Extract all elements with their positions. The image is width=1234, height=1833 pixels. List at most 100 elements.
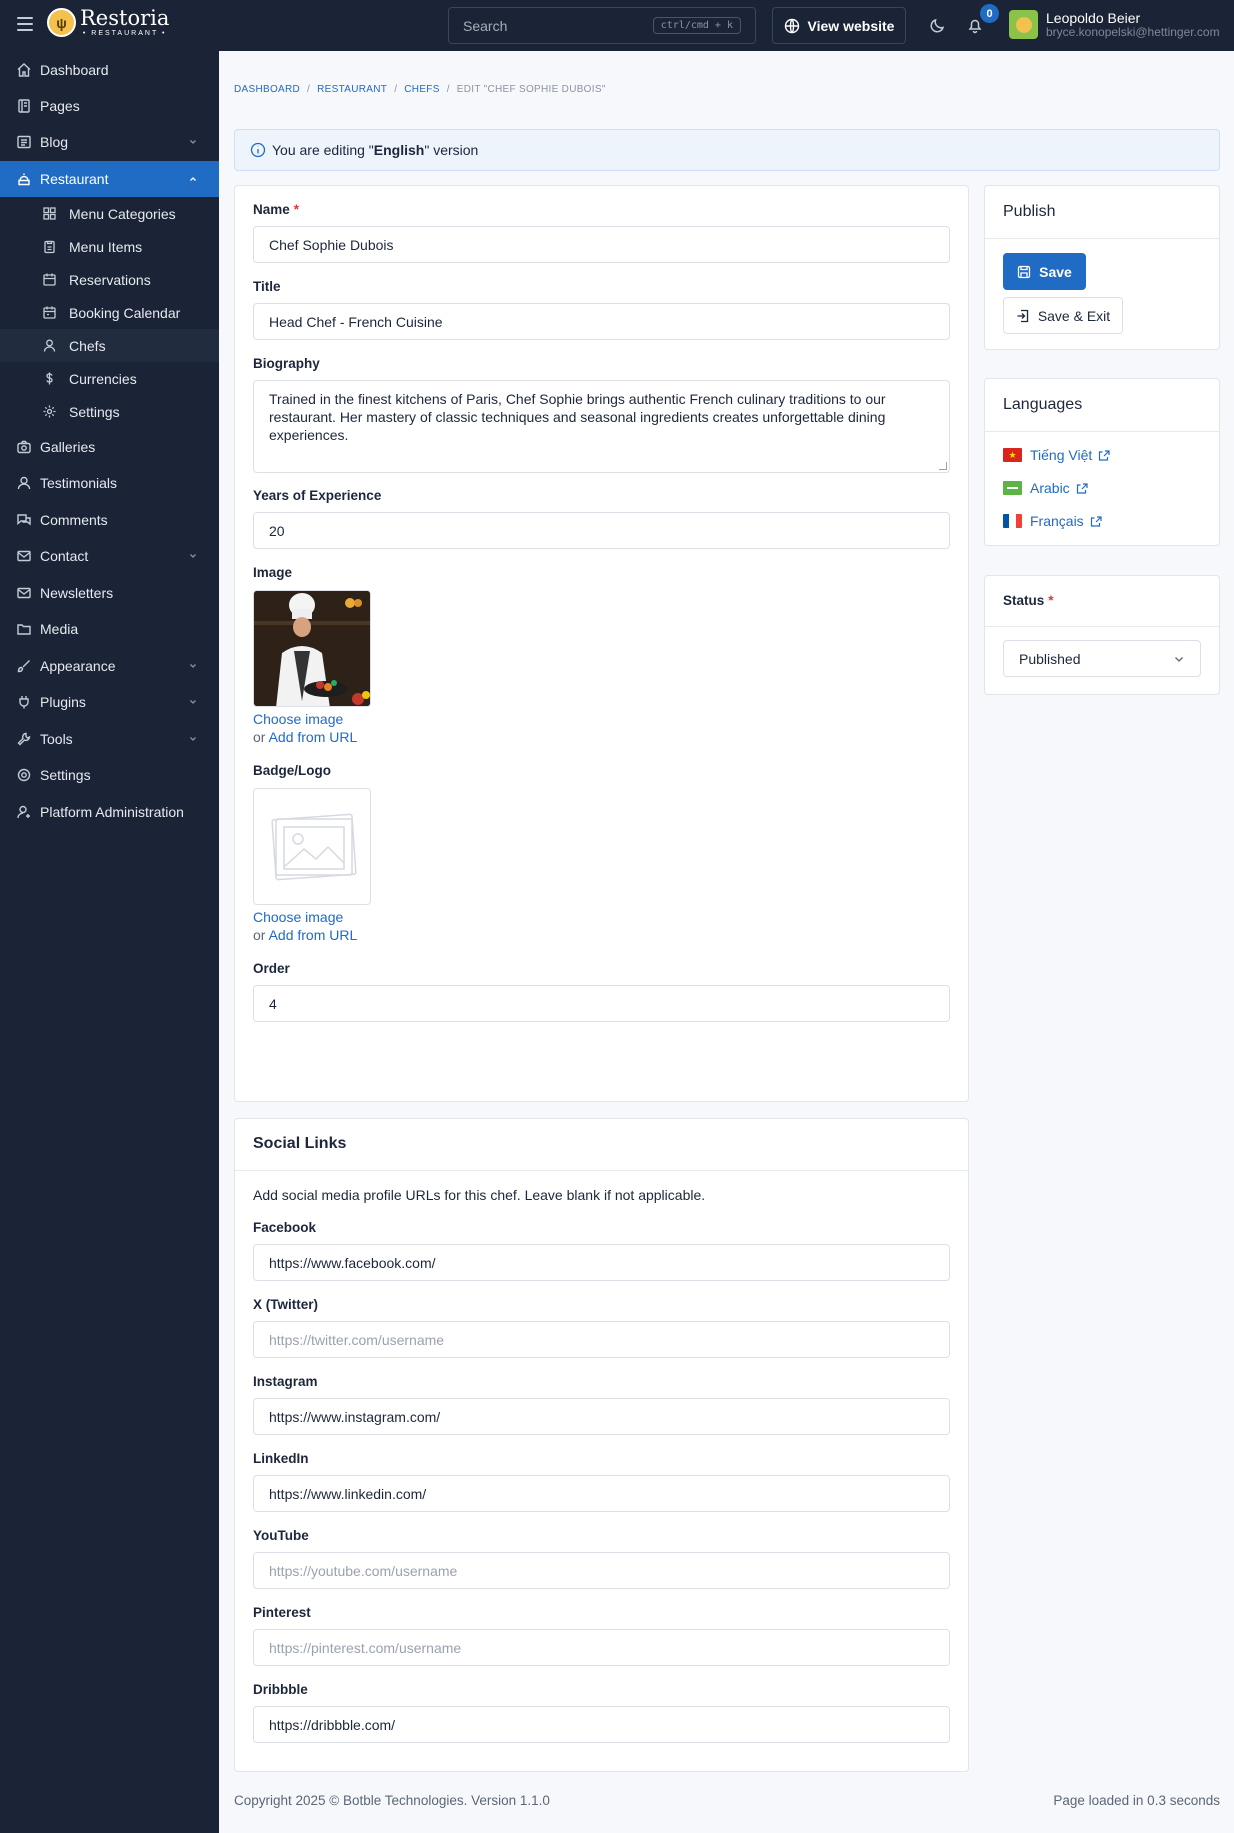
clipboard-icon: [44, 240, 55, 254]
languages-title: Languages: [1003, 396, 1083, 413]
sidebar-subitem-reservations[interactable]: Reservations: [0, 263, 219, 296]
sidebar-subitem-currencies[interactable]: Currencies: [0, 362, 219, 395]
footer-load-time: Page loaded in 0.3 seconds: [1053, 1793, 1220, 1808]
alert-prefix: You are editing ": [272, 142, 374, 158]
sidebar-item-blog[interactable]: Blog: [0, 124, 219, 160]
badge-logo-label: Badge/Logo: [253, 763, 331, 778]
social-links-card: Social Links Add social media profile UR…: [234, 1118, 969, 1772]
facebook-field[interactable]: https://www.facebook.com/: [253, 1244, 950, 1281]
restaurant-icon: [18, 173, 30, 186]
sidebar-item-label: Plugins: [40, 694, 86, 710]
status-select[interactable]: Published: [1003, 640, 1201, 677]
pages-icon: [18, 99, 30, 113]
sidebar-item-pages[interactable]: Pages: [0, 88, 219, 124]
choose-badge-link[interactable]: Choose image: [253, 909, 343, 925]
gear-icon: [17, 768, 31, 782]
chef-image-preview[interactable]: [253, 590, 371, 707]
years-experience-field[interactable]: 20: [253, 512, 950, 549]
sidebar-subitem-settings[interactable]: Settings: [0, 395, 219, 428]
sidebar-subitem-menu-categories[interactable]: Menu Categories: [0, 197, 219, 230]
language-link-french[interactable]: Français: [1003, 513, 1103, 529]
choose-image-link[interactable]: Choose image: [253, 711, 343, 727]
calendar-icon: [43, 273, 56, 286]
linkedin-field[interactable]: https://www.linkedin.com/: [253, 1475, 950, 1512]
save-button[interactable]: Save: [1003, 253, 1086, 290]
twitter-field[interactable]: https://twitter.com/username: [253, 1321, 950, 1358]
dollar-icon: [46, 372, 53, 385]
chevron-down-icon: [190, 700, 196, 704]
youtube-field[interactable]: https://youtube.com/username: [253, 1552, 950, 1589]
title-field[interactable]: Head Chef - French Cuisine: [253, 303, 950, 340]
add-from-url-line: or Add from URL: [253, 729, 358, 745]
pinterest-field[interactable]: https://pinterest.com/username: [253, 1629, 950, 1666]
sidebar-item-contact[interactable]: Contact: [0, 538, 219, 574]
language-link-arabic[interactable]: Arabic: [1003, 480, 1089, 496]
sidebar-item-testimonials[interactable]: Testimonials: [0, 465, 219, 501]
sidebar-item-restaurant[interactable]: Restaurant: [0, 161, 219, 197]
sidebar-item-label: Settings: [40, 767, 91, 783]
sidebar-item-plugins[interactable]: Plugins: [0, 684, 219, 720]
brand-logo[interactable]: ψ Restoria • RESTAURANT •: [47, 8, 169, 37]
brush-icon: [17, 660, 30, 673]
user-cog-icon: [17, 805, 30, 819]
language-link-vietnamese[interactable]: ★ Tiếng Việt: [1003, 447, 1111, 463]
alert-language: English: [373, 142, 425, 158]
gear-icon: [43, 405, 56, 418]
sidebar-subitem-label: Booking Calendar: [69, 304, 181, 321]
moon-icon[interactable]: [929, 16, 947, 34]
order-field[interactable]: 4: [253, 985, 950, 1022]
flag-ar-icon: [1003, 481, 1022, 495]
menu-toggle-icon[interactable]: [17, 17, 33, 31]
social-links-help: Add social media profile URLs for this c…: [253, 1187, 706, 1203]
view-website-button[interactable]: View website: [772, 7, 906, 44]
instagram-field[interactable]: https://www.instagram.com/: [253, 1398, 950, 1435]
exit-icon: [1017, 309, 1028, 322]
breadcrumb-dashboard[interactable]: Dashboard: [234, 84, 300, 95]
years-experience-label: Years of Experience: [253, 488, 382, 503]
avatar: [1009, 10, 1038, 40]
sidebar-item-tools[interactable]: Tools: [0, 721, 219, 757]
folder-icon: [17, 624, 31, 635]
sidebar-item-label: Newsletters: [40, 585, 114, 601]
sidebar-item-label: Dashboard: [40, 62, 109, 78]
add-from-url-link[interactable]: Add from URL: [269, 729, 358, 745]
sidebar-subitem-booking-calendar[interactable]: Booking Calendar: [0, 296, 219, 329]
sidebar-item-settings[interactable]: Settings: [0, 757, 219, 793]
sidebar-item-newsletters[interactable]: Newsletters: [0, 575, 219, 611]
sidebar-subitem-label: Settings: [69, 403, 120, 420]
save-exit-button[interactable]: Save & Exit: [1003, 297, 1123, 334]
dribbble-field[interactable]: https://dribbble.com/: [253, 1706, 950, 1743]
notification-badge: 0: [980, 4, 999, 23]
sidebar-subitem-menu-items[interactable]: Menu Items: [0, 230, 219, 263]
sidebar-subitem-label: Menu Items: [69, 238, 143, 255]
badge-add-from-url-link[interactable]: Add from URL: [269, 927, 358, 943]
footer-copyright: Copyright 2025 © Botble Technologies. Ve…: [234, 1793, 550, 1808]
flag-vn-icon: ★: [1003, 448, 1022, 462]
sidebar-subitem-label: Chefs: [69, 337, 106, 354]
view-website-label: View website: [807, 17, 895, 34]
chef-icon: [43, 339, 56, 352]
user-name: Leopoldo Beier: [1046, 10, 1141, 26]
sidebar-item-dashboard[interactable]: Dashboard: [0, 52, 219, 88]
resize-handle-icon[interactable]: [939, 462, 947, 470]
sidebar-item-galleries[interactable]: Galleries: [0, 429, 219, 465]
biography-field[interactable]: Trained in the finest kitchens of Paris,…: [253, 380, 950, 473]
search-input[interactable]: Search ctrl/cmd + k: [448, 7, 756, 44]
user-menu[interactable]: Leopoldo Beier bryce.konopelski@hettinge…: [1009, 10, 1220, 40]
sidebar-item-platform-administration[interactable]: Platform Administration: [0, 794, 219, 830]
breadcrumb-restaurant[interactable]: Restaurant: [317, 84, 387, 95]
language-label: Arabic: [1030, 480, 1070, 496]
sidebar-item-label: Restaurant: [40, 171, 109, 187]
sidebar-item-appearance[interactable]: Appearance: [0, 648, 219, 684]
sidebar-item-media[interactable]: Media: [0, 611, 219, 647]
name-field[interactable]: Chef Sophie Dubois: [253, 226, 950, 263]
sidebar-subitem-chefs[interactable]: Chefs: [0, 329, 219, 362]
breadcrumb-chefs[interactable]: Chefs: [404, 84, 439, 95]
facebook-label: Facebook: [253, 1220, 317, 1235]
grid-icon: [43, 207, 56, 220]
save-exit-label: Save & Exit: [1037, 307, 1111, 324]
badge-image-placeholder[interactable]: [253, 788, 371, 905]
sidebar-item-label: Pages: [40, 98, 80, 114]
instagram-label: Instagram: [253, 1374, 318, 1389]
sidebar-item-comments[interactable]: Comments: [0, 502, 219, 538]
